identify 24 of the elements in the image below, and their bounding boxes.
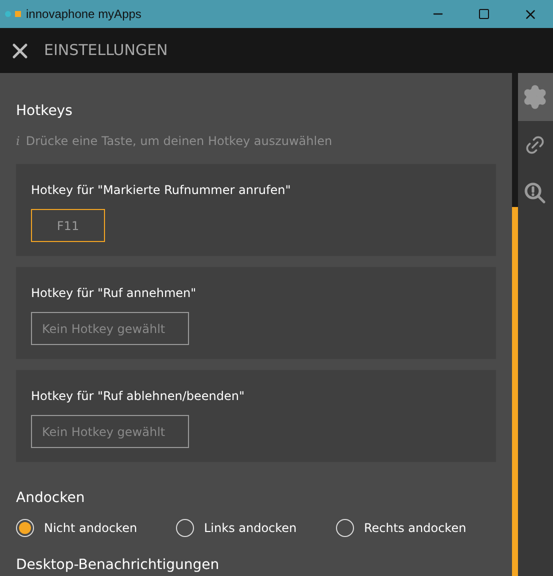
radio-button[interactable]	[176, 519, 194, 537]
radio-button[interactable]	[16, 519, 34, 537]
search-alert-icon	[523, 181, 548, 205]
hotkey-label: Hotkey für "Ruf ablehnen/beenden"	[31, 388, 246, 405]
hint-text: Drücke eine Taste, um deinen Hotkey auszuwählen	[26, 133, 332, 150]
radio-label: Rechts andocken	[364, 520, 466, 537]
maximize-icon[interactable]	[478, 8, 490, 20]
hotkey-label: Hotkey für "Ruf annehmen"	[31, 285, 198, 302]
radio-button[interactable]	[336, 519, 354, 537]
section-title: Desktop-Benachrichtigungen	[16, 556, 220, 575]
info-icon: i	[16, 132, 20, 150]
radio-label: Links andocken	[204, 520, 297, 537]
settings-icon	[522, 84, 548, 110]
window-title: innovaphone myApps	[26, 6, 142, 23]
app-logo-icon	[4, 9, 22, 19]
radio-label: Nicht andocken	[44, 520, 138, 537]
sidebar-tab[interactable]	[518, 73, 553, 121]
hotkey-field[interactable]: F11	[31, 209, 105, 242]
section-title: Andocken	[16, 489, 86, 508]
section-title: Hotkeys	[16, 102, 74, 121]
hotkey-label: Hotkey für "Markierte Rufnummer anrufen"	[31, 182, 292, 199]
hotkey-field[interactable]: Kein Hotkey gewählt	[31, 415, 189, 448]
page-title: EINSTELLUNGEN	[44, 40, 168, 62]
hotkey-field[interactable]: Kein Hotkey gewählt	[31, 312, 189, 345]
